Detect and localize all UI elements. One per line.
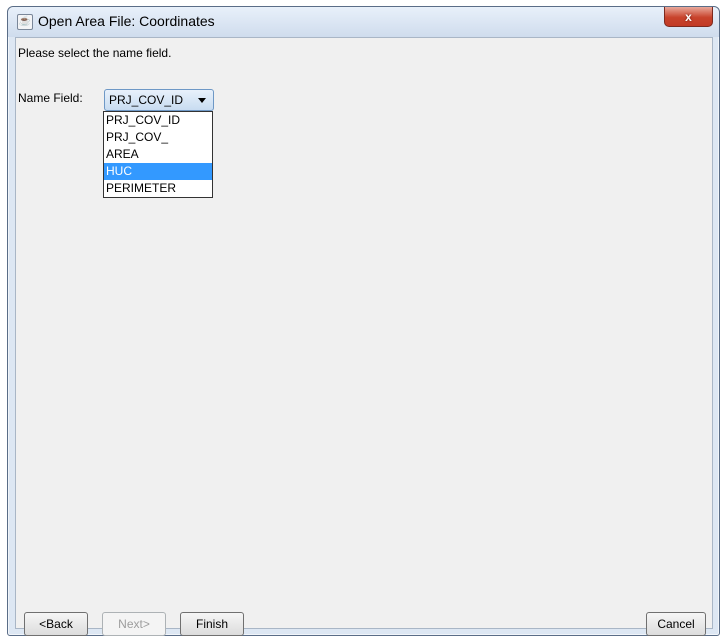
close-button[interactable]: x — [664, 7, 713, 27]
option-huc[interactable]: HUC — [104, 163, 212, 180]
dialog-content: Please select the name field. Name Field… — [15, 37, 713, 636]
name-field-dropdown-list[interactable]: PRJ_COV_ID PRJ_COV_ AREA HUC PERIMETER — [103, 111, 213, 198]
instruction-text: Please select the name field. — [18, 46, 172, 60]
option-prj-cov[interactable]: PRJ_COV_ — [104, 129, 212, 146]
finish-button[interactable]: Finish — [180, 612, 244, 636]
dialog-window: ☕ Open Area File: Coordinates x Please s… — [7, 6, 720, 636]
option-perimeter[interactable]: PERIMETER — [104, 180, 212, 197]
java-app-icon: ☕ — [17, 14, 33, 30]
back-button[interactable]: <Back — [24, 612, 88, 636]
cancel-button[interactable]: Cancel — [646, 612, 706, 636]
window-title: Open Area File: Coordinates — [38, 13, 215, 29]
next-button[interactable]: Next> — [102, 612, 166, 636]
chevron-down-icon[interactable] — [198, 98, 206, 103]
combobox-value: PRJ_COV_ID — [109, 93, 184, 107]
option-prj-cov-id[interactable]: PRJ_COV_ID — [104, 112, 212, 129]
option-area[interactable]: AREA — [104, 146, 212, 163]
name-field-label: Name Field: — [18, 91, 83, 105]
name-field-combobox[interactable]: PRJ_COV_ID — [104, 89, 214, 111]
title-bar[interactable]: ☕ Open Area File: Coordinates x — [8, 7, 719, 37]
